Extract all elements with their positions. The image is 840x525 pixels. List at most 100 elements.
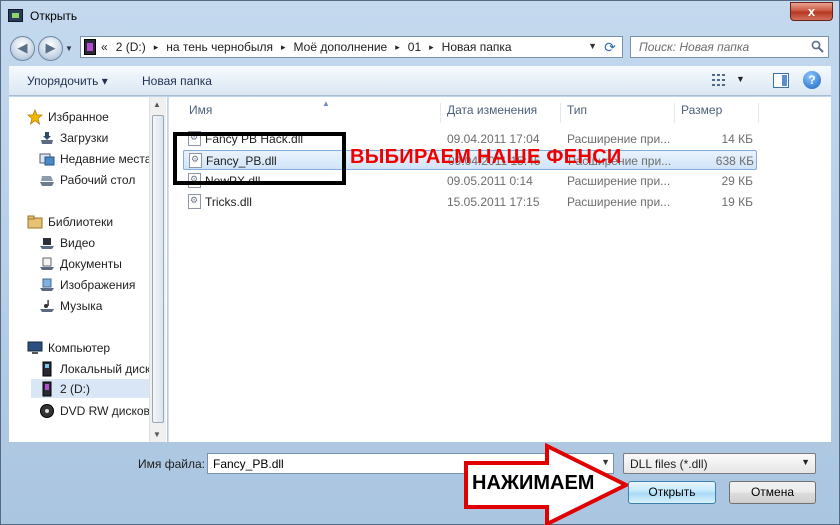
highlight-box-annotation — [173, 132, 346, 185]
forward-arrow-icon: ▶ — [45, 40, 56, 55]
column-header-type[interactable]: Тип — [561, 103, 675, 123]
breadcrumb-overflow[interactable]: « — [101, 40, 108, 54]
breadcrumb-separator-icon[interactable]: ▸ — [281, 42, 286, 53]
navigation-scrollbar[interactable]: ▲ ▼ — [149, 97, 166, 442]
refresh-icon[interactable]: ⟳ — [601, 38, 619, 56]
open-button-label: Открыть — [648, 485, 696, 499]
sidebar-item-computer[interactable]: Компьютер — [27, 338, 110, 357]
filename-label: Имя файла: — [138, 457, 205, 471]
file-date: 15.05.2011 17:15 — [447, 195, 540, 209]
view-options-icon[interactable] — [712, 73, 728, 87]
press-annotation-text: НАЖИМАЕМ — [472, 472, 595, 494]
file-type: Расширение при... — [567, 174, 671, 188]
computer-icon — [27, 341, 43, 354]
help-icon[interactable]: ? — [803, 71, 821, 89]
open-button[interactable]: Открыть — [628, 481, 716, 504]
sidebar-item-video[interactable]: Видео — [39, 233, 95, 252]
view-dropdown-icon[interactable]: ▼ — [736, 74, 745, 84]
column-header-label: Дата изменения — [447, 103, 538, 117]
sidebar-item-label: Документы — [60, 256, 122, 271]
sidebar-item-dvd-drive[interactable]: DVD RW дисково — [39, 401, 156, 420]
sidebar-item-label: Загрузки — [60, 130, 109, 145]
sidebar-item-libraries[interactable]: Библиотеки — [27, 212, 113, 231]
sidebar-item-desktop[interactable]: Рабочий стол — [39, 170, 135, 189]
drive-icon — [84, 39, 96, 55]
organize-button[interactable]: Упорядочить ▾ — [27, 74, 108, 88]
sidebar-item-label: Избранное — [48, 109, 109, 124]
scroll-up-icon[interactable]: ▲ — [153, 100, 161, 109]
video-icon — [40, 237, 54, 249]
recent-places-icon — [39, 153, 55, 165]
file-type-filter[interactable]: DLL files (*.dll) ▼ — [623, 453, 816, 474]
back-button[interactable]: ◀ — [10, 36, 35, 61]
file-size: 19 КБ — [721, 195, 753, 209]
breadcrumb-separator-icon[interactable]: ▸ — [395, 42, 400, 53]
recent-pages-dropdown[interactable]: ▼ — [65, 44, 73, 53]
title-bar[interactable]: Открыть x — [1, 1, 839, 31]
forward-button[interactable]: ▶ — [38, 36, 63, 61]
column-header-name[interactable]: ▲ Имя — [183, 99, 441, 123]
dll-file-icon — [188, 194, 201, 209]
search-icon[interactable] — [811, 40, 824, 53]
search-input[interactable]: Поиск: Новая папка — [630, 36, 829, 58]
column-header-date[interactable]: Дата изменения — [441, 103, 561, 123]
search-placeholder: Поиск: Новая папка — [639, 40, 750, 54]
breadcrumb-folder-3[interactable]: 01 — [408, 40, 421, 54]
sidebar-item-local-disk[interactable]: Локальный диск — [39, 359, 150, 378]
file-type-filter-value: DLL files (*.dll) — [630, 457, 708, 471]
sidebar-item-recent-places[interactable]: Недавние места — [39, 149, 151, 168]
file-size: 29 КБ — [721, 174, 753, 188]
column-header-label: Тип — [567, 103, 588, 117]
breadcrumb-separator-icon[interactable]: ▸ — [429, 42, 434, 53]
command-toolbar: Упорядочить ▾ Новая папка ▼ ? — [9, 66, 831, 96]
sidebar-item-label: 2 (D:) — [60, 381, 90, 396]
sidebar-item-drive-d[interactable]: 2 (D:) — [31, 379, 157, 398]
sidebar-item-documents[interactable]: Документы — [39, 254, 122, 273]
scrollbar-thumb[interactable] — [152, 115, 164, 423]
sidebar-item-downloads[interactable]: Загрузки — [39, 128, 108, 147]
preview-pane-icon[interactable] — [773, 73, 789, 88]
sidebar-item-label: Изображения — [60, 277, 136, 292]
sidebar-item-label: DVD RW дисково — [60, 403, 157, 418]
sidebar-item-music[interactable]: Музыка — [39, 296, 102, 315]
filename-value: Fancy_PB.dll — [213, 457, 284, 471]
file-date: 09.05.2011 0:14 — [447, 174, 533, 188]
scroll-down-icon[interactable]: ▼ — [153, 430, 161, 439]
file-type: Расширение при... — [567, 195, 671, 209]
cancel-button[interactable]: Отмена — [729, 481, 816, 504]
sidebar-item-pictures[interactable]: Изображения — [39, 275, 135, 294]
column-header-size[interactable]: Размер — [675, 103, 759, 123]
sidebar-item-label: Рабочий стол — [60, 172, 136, 187]
breadcrumb-folder-2[interactable]: Моё дополнение — [294, 40, 388, 54]
breadcrumb-separator-icon[interactable]: ▸ — [154, 42, 159, 53]
music-icon — [40, 299, 54, 312]
chevron-down-icon: ▼ — [801, 457, 810, 467]
sidebar-item-label: Компьютер — [48, 340, 111, 355]
close-button[interactable]: x — [790, 2, 833, 21]
libraries-icon — [27, 215, 43, 228]
documents-icon — [40, 257, 54, 270]
local-disk-icon — [42, 361, 52, 376]
sidebar-item-favorites[interactable]: Избранное — [27, 107, 109, 126]
sidebar-item-label: Музыка — [60, 298, 103, 313]
new-folder-button[interactable]: Новая папка — [142, 74, 212, 88]
column-header-label: Имя — [189, 103, 213, 117]
breadcrumb-folder-4[interactable]: Новая папка — [442, 40, 512, 54]
address-bar[interactable]: « 2 (D:) ▸ на тень чернобыля ▸ Моё допол… — [80, 36, 623, 58]
breadcrumb-drive[interactable]: 2 (D:) — [116, 40, 146, 54]
drive-d-icon — [42, 381, 52, 396]
sidebar-item-label: Видео — [60, 235, 96, 250]
column-header-label: Размер — [681, 103, 723, 117]
file-name: Tricks.dll — [205, 195, 252, 209]
desktop-icon — [40, 175, 54, 186]
breadcrumb-folder-1[interactable]: на тень чернобыля — [166, 40, 273, 54]
address-dropdown-icon[interactable]: ▼ — [588, 41, 597, 51]
file-type: Расширение при... — [567, 132, 671, 146]
close-icon: x — [807, 4, 816, 19]
file-size: 638 КБ — [715, 154, 754, 168]
select-annotation-text: ВЫБИРАЕМ НАШЕ ФЕНСИ — [350, 146, 622, 168]
table-row[interactable]: Tricks.dll 15.05.2011 17:15 Расширение п… — [183, 192, 757, 212]
downloads-icon — [41, 131, 53, 144]
app-icon — [8, 9, 23, 22]
pictures-icon — [40, 278, 54, 291]
